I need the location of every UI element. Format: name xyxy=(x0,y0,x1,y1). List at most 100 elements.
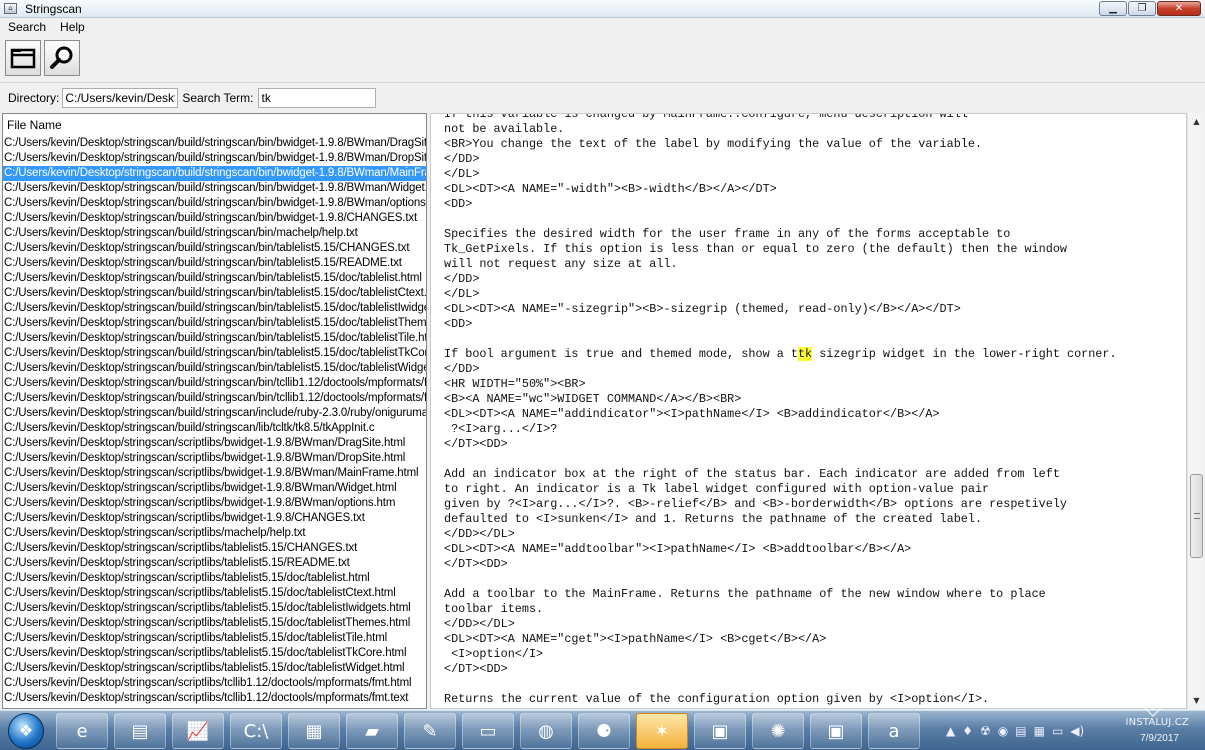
file-list-item[interactable]: C:/Users/kevin/Desktop/stringscan/script… xyxy=(3,571,426,586)
content-line: <I>option</I> xyxy=(444,647,544,661)
windows-start-icon[interactable]: ❖ xyxy=(8,713,44,749)
file-list[interactable]: File Name C:/Users/kevin/Desktop/strings… xyxy=(2,113,427,709)
menu-search[interactable]: Search xyxy=(0,20,52,34)
title-bar: ⌂ Stringscan ▁ ❐ ✕ xyxy=(0,0,1205,18)
file-list-item[interactable]: C:/Users/kevin/Desktop/stringscan/build/… xyxy=(3,421,426,436)
file-list-item[interactable]: C:/Users/kevin/Desktop/stringscan/build/… xyxy=(3,406,426,421)
ie-icon[interactable]: e xyxy=(56,713,108,749)
file-list-item[interactable]: C:/Users/kevin/Desktop/stringscan/script… xyxy=(3,496,426,511)
close-button[interactable]: ✕ xyxy=(1157,1,1201,16)
file-list-item[interactable]: C:/Users/kevin/Desktop/stringscan/script… xyxy=(3,601,426,616)
tray-icon[interactable]: ☢ xyxy=(980,724,991,738)
content-line: <DL><DT><A NAME="-sizegrip"><B>-sizegrip… xyxy=(444,302,961,316)
remote-desktop-icon[interactable]: ▦ xyxy=(288,713,340,749)
file-list-item[interactable]: C:/Users/kevin/Desktop/stringscan/build/… xyxy=(3,376,426,391)
content-scrollbar[interactable]: ▲ ▼ xyxy=(1187,113,1204,709)
app-icon: ⌂ xyxy=(4,3,17,14)
tray-icon[interactable]: ▤ xyxy=(1015,724,1026,738)
file-list-item[interactable]: C:/Users/kevin/Desktop/stringscan/build/… xyxy=(3,241,426,256)
search-term-input[interactable] xyxy=(258,87,377,108)
content-line xyxy=(431,572,1186,587)
file-list-item[interactable]: C:/Users/kevin/Desktop/stringscan/script… xyxy=(3,646,426,661)
setup-icon[interactable]: ✺ xyxy=(752,713,804,749)
tray-icon[interactable]: ▭ xyxy=(1052,724,1063,738)
file-list-item[interactable]: C:/Users/kevin/Desktop/stringscan/build/… xyxy=(3,166,426,181)
content-line: </DD> xyxy=(444,272,480,286)
app-a-icon[interactable]: a xyxy=(868,713,920,749)
file-list-item[interactable]: C:/Users/kevin/Desktop/stringscan/script… xyxy=(3,661,426,676)
file-list-item[interactable]: C:/Users/kevin/Desktop/stringscan/build/… xyxy=(3,316,426,331)
pencil-icon[interactable]: ✎ xyxy=(404,713,456,749)
globe-icon[interactable]: ◍ xyxy=(520,713,572,749)
content-line: toolbar items. xyxy=(444,602,544,616)
tray-icon[interactable]: ♦ xyxy=(962,724,973,738)
file-list-item[interactable]: C:/Users/kevin/Desktop/stringscan/build/… xyxy=(3,346,426,361)
file-list-item[interactable]: C:/Users/kevin/Desktop/stringscan/script… xyxy=(3,466,426,481)
file-list-item[interactable]: C:/Users/kevin/Desktop/stringscan/build/… xyxy=(3,196,426,211)
app-window-2-icon[interactable]: ▣ xyxy=(810,713,862,749)
watermark-logo-icon xyxy=(1124,660,1182,718)
scroll-down-arrow-icon[interactable]: ▼ xyxy=(1188,692,1205,709)
search-button[interactable] xyxy=(44,40,80,76)
file-content-view[interactable]: If this variable is changed by MainFrame… xyxy=(430,113,1187,709)
file-list-item[interactable]: C:/Users/kevin/Desktop/stringscan/build/… xyxy=(3,256,426,271)
file-rows: C:/Users/kevin/Desktop/stringscan/build/… xyxy=(3,136,426,706)
content-line: If this variable is changed by MainFrame… xyxy=(444,113,968,121)
file-list-item[interactable]: C:/Users/kevin/Desktop/stringscan/script… xyxy=(3,691,426,706)
file-list-item[interactable]: C:/Users/kevin/Desktop/stringscan/script… xyxy=(3,481,426,496)
file-list-item[interactable]: C:/Users/kevin/Desktop/stringscan/script… xyxy=(3,541,426,556)
menu-help[interactable]: Help xyxy=(52,20,91,34)
file-list-item[interactable]: C:/Users/kevin/Desktop/stringscan/script… xyxy=(3,451,426,466)
content-line: <BR>You change the text of the label by … xyxy=(444,137,983,151)
tray-icon[interactable]: ◉ xyxy=(998,724,1008,738)
directory-input[interactable] xyxy=(62,87,179,108)
content-line: given by ?<I>arg...</I>?. <B>-relief</B>… xyxy=(444,497,1067,511)
file-list-item[interactable]: C:/Users/kevin/Desktop/stringscan/script… xyxy=(3,631,426,646)
app-window-icon[interactable]: ▣ xyxy=(694,713,746,749)
file-list-item[interactable]: C:/Users/kevin/Desktop/stringscan/script… xyxy=(3,616,426,631)
content-line: </DL> xyxy=(444,167,480,181)
file-list-item[interactable]: C:/Users/kevin/Desktop/stringscan/build/… xyxy=(3,361,426,376)
file-list-item[interactable]: C:/Users/kevin/Desktop/stringscan/build/… xyxy=(3,211,426,226)
maximize-button[interactable]: ❐ xyxy=(1128,1,1156,16)
file-list-item[interactable]: C:/Users/kevin/Desktop/stringscan/build/… xyxy=(3,301,426,316)
folder-icon xyxy=(10,48,36,69)
menu-bar: Search Help xyxy=(0,18,1205,36)
python-icon[interactable]: ⚈ xyxy=(578,713,630,749)
content-line: </DL> xyxy=(444,287,480,301)
file-list-item[interactable]: C:/Users/kevin/Desktop/stringscan/build/… xyxy=(3,136,426,151)
file-list-item[interactable]: C:/Users/kevin/Desktop/stringscan/build/… xyxy=(3,271,426,286)
file-list-item[interactable]: C:/Users/kevin/Desktop/stringscan/script… xyxy=(3,556,426,571)
file-list-item[interactable]: C:/Users/kevin/Desktop/stringscan/build/… xyxy=(3,331,426,346)
file-list-item[interactable]: C:/Users/kevin/Desktop/stringscan/build/… xyxy=(3,286,426,301)
scroll-thumb[interactable] xyxy=(1190,474,1203,558)
tray-icon[interactable]: ◀) xyxy=(1070,724,1084,738)
file-list-item[interactable]: C:/Users/kevin/Desktop/stringscan/script… xyxy=(3,436,426,451)
watermark-text: INSTALUJ.CZ xyxy=(1125,717,1189,728)
file-list-item[interactable]: C:/Users/kevin/Desktop/stringscan/script… xyxy=(3,586,426,601)
file-list-item[interactable]: C:/Users/kevin/Desktop/stringscan/build/… xyxy=(3,391,426,406)
tray-icon[interactable]: ▲ xyxy=(946,724,955,738)
file-list-item[interactable]: C:/Users/kevin/Desktop/stringscan/script… xyxy=(3,526,426,541)
file-list-item[interactable]: C:/Users/kevin/Desktop/stringscan/build/… xyxy=(3,181,426,196)
file-list-item[interactable]: C:/Users/kevin/Desktop/stringscan/build/… xyxy=(3,226,426,241)
cmd-icon[interactable]: C:\ xyxy=(230,713,282,749)
notepad-icon[interactable]: ▰ xyxy=(346,713,398,749)
content-line: to right. An indicator is a Tk label wid… xyxy=(444,482,990,496)
scroll-up-arrow-icon[interactable]: ▲ xyxy=(1188,113,1205,130)
window-icon[interactable]: ▭ xyxy=(462,713,514,749)
file-list-header[interactable]: File Name xyxy=(3,114,426,136)
content-line xyxy=(431,677,1186,692)
explorer-icon[interactable]: ▤ xyxy=(114,713,166,749)
minimize-button[interactable]: ▁ xyxy=(1099,1,1127,16)
tray-icon[interactable]: ▦ xyxy=(1034,724,1045,738)
stringscan-icon[interactable]: ✶ xyxy=(636,713,688,749)
file-list-item[interactable]: C:/Users/kevin/Desktop/stringscan/script… xyxy=(3,511,426,526)
file-list-item[interactable]: C:/Users/kevin/Desktop/stringscan/build/… xyxy=(3,151,426,166)
content-text: If bool argument is true and themed mode… xyxy=(444,347,798,361)
file-list-item[interactable]: C:/Users/kevin/Desktop/stringscan/script… xyxy=(3,676,426,691)
open-folder-button[interactable] xyxy=(5,40,41,76)
content-line xyxy=(431,212,1186,227)
task-manager-icon[interactable]: 📈 xyxy=(172,713,224,749)
content-line: <DL><DT><A NAME="addindicator"><I>pathNa… xyxy=(444,407,940,421)
